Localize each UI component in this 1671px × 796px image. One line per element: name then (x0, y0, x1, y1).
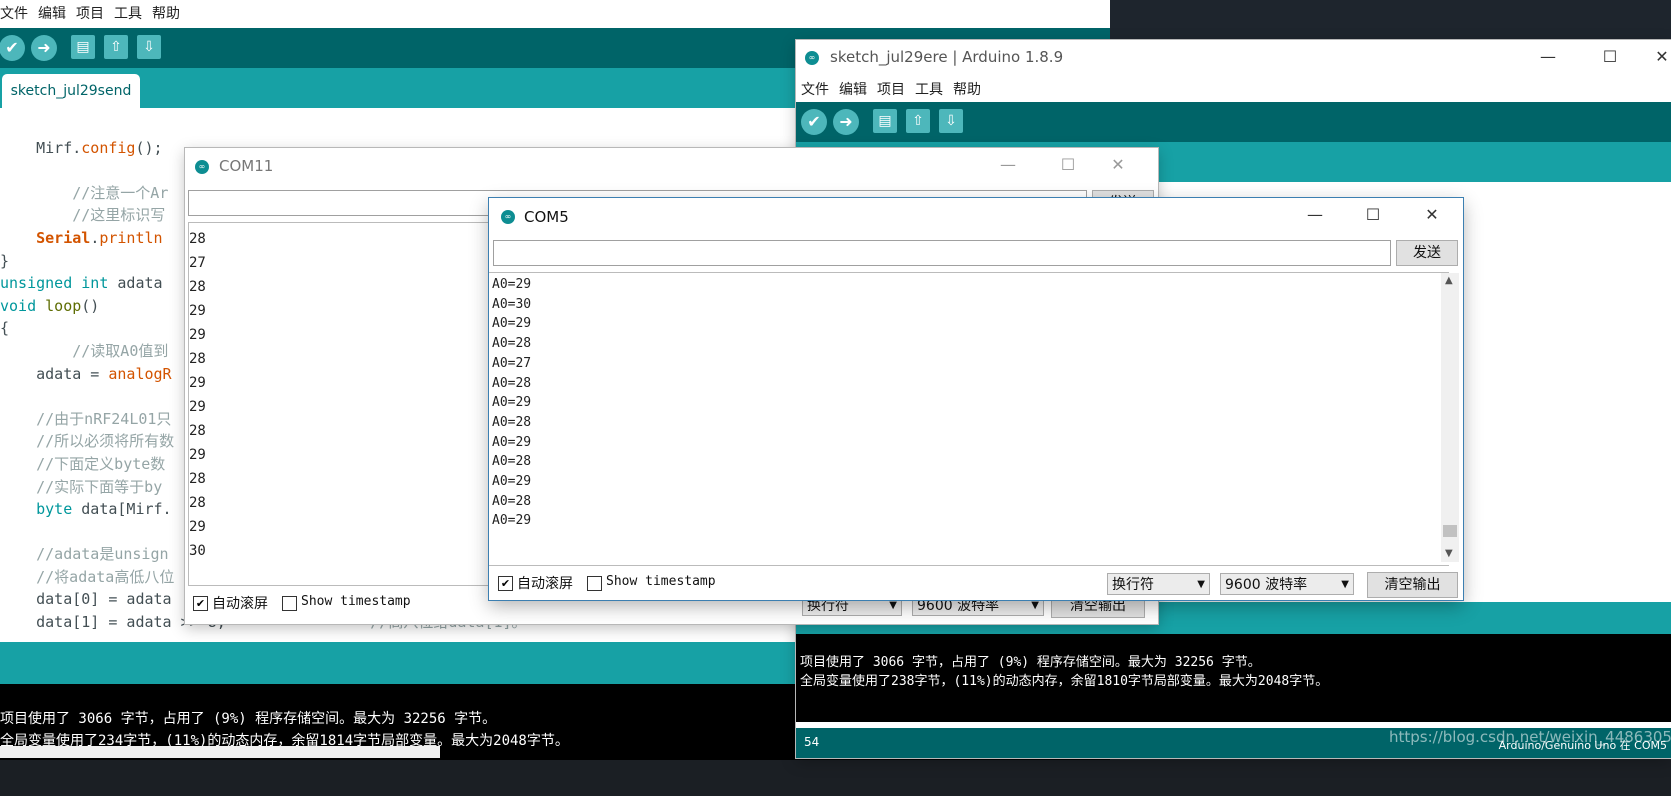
upload-icon[interactable]: ➜ (31, 35, 57, 61)
desktop-background (1110, 0, 1671, 40)
save-icon[interactable]: ⇩ (939, 109, 963, 133)
com5-timestamp-label: Show timestamp (606, 574, 716, 589)
right-menubar: 文件 编辑 项目 工具 帮助 (796, 76, 1671, 100)
com5-clear-button[interactable]: 清空输出 (1367, 572, 1458, 598)
com5-output: A0=29 A0=30 A0=29 A0=28 A0=27 A0=28 A0=2… (489, 272, 1449, 566)
open-icon[interactable]: ⇧ (104, 35, 128, 59)
serial-line: A0=30 (492, 296, 532, 312)
chevron-down-icon: ▼ (1197, 579, 1205, 590)
scroll-thumb[interactable] (1443, 525, 1457, 537)
tab-sketch-jul29send[interactable]: sketch_jul29send (2, 74, 140, 108)
com5-line-ending-select[interactable]: 换行符 ▼ (1107, 573, 1210, 595)
serial-line: A0=29 (492, 316, 532, 332)
menu-edit[interactable]: 编辑 (834, 76, 872, 99)
menu-sketch[interactable]: 项目 (71, 0, 109, 23)
close-icon[interactable]: ✕ (1409, 198, 1455, 234)
serial-line: A0=29 (492, 474, 532, 490)
menu-tools[interactable]: 工具 (910, 76, 948, 99)
serial-line: A0=28 (492, 375, 532, 391)
com5-window: ∞ COM5 — ☐ ✕ 发送 A0=29 A0=30 A0=29 A0=28 … (489, 198, 1463, 600)
right-ide-titlebar: ∞ sketch_jul29ere | Arduino 1.8.9 — ☐ ✕ (796, 40, 1671, 76)
minimize-icon[interactable]: — (1292, 198, 1338, 234)
com11-autoscroll-checkbox[interactable]: ✔ (193, 596, 208, 611)
minimize-icon[interactable]: — (985, 148, 1031, 184)
com5-scrollbar[interactable]: ▲ ▼ (1441, 273, 1459, 562)
menu-tools[interactable]: 工具 (109, 0, 147, 23)
serial-line: A0=29 (492, 395, 532, 411)
new-icon[interactable]: ▤ (873, 109, 897, 133)
com11-timestamp-checkbox[interactable] (282, 596, 297, 611)
line-number: 54 (804, 735, 820, 749)
right-toolbar: ✔ ➜ ▤ ⇧ ⇩ (796, 102, 1671, 142)
com11-titlebar: ∞ COM11 — ☐ ✕ (185, 148, 1158, 186)
menu-file[interactable]: 文件 (796, 76, 834, 99)
maximize-icon[interactable]: ☐ (1045, 148, 1091, 184)
arduino-logo-icon: ∞ (195, 160, 209, 174)
new-icon[interactable]: ▤ (71, 35, 95, 59)
menu-edit[interactable]: 编辑 (33, 0, 71, 23)
left-menubar: 文件 编辑 项目 工具 帮助 (0, 0, 1110, 24)
verify-icon[interactable]: ✔ (801, 109, 827, 135)
right-console: 项目使用了 3066 字节，占用了 (9%) 程序存储空间。最大为 32256 … (796, 634, 1671, 722)
com11-timestamp-label: Show timestamp (301, 594, 411, 609)
menu-file[interactable]: 文件 (0, 0, 33, 23)
menu-help[interactable]: 帮助 (147, 0, 185, 23)
serial-line: A0=28 (492, 336, 532, 352)
menu-sketch[interactable]: 项目 (872, 76, 910, 99)
close-icon[interactable]: ✕ (1095, 148, 1141, 184)
close-icon[interactable]: ✕ (1639, 40, 1671, 76)
maximize-icon[interactable]: ☐ (1350, 198, 1396, 234)
arduino-logo-icon: ∞ (805, 51, 819, 65)
watermark: https://blog.csdn.net/weixin_44863057 (1389, 728, 1671, 746)
upload-icon[interactable]: ➜ (833, 109, 859, 135)
com5-autoscroll-label: 自动滚屏 (517, 576, 573, 592)
arduino-logo-icon: ∞ (501, 210, 515, 224)
scroll-down-icon[interactable]: ▼ (1445, 548, 1453, 559)
console-line: 全局变量使用了238字节，(11%)的动态内存，余留1810字节局部变量。最大为… (800, 674, 1329, 689)
maximize-icon[interactable]: ☐ (1587, 40, 1633, 76)
serial-line: A0=29 (492, 434, 532, 450)
serial-line: A0=29 (492, 277, 532, 292)
serial-line: A0=28 (492, 454, 532, 470)
com5-title: COM5 (524, 208, 569, 226)
serial-line: A0=29 (492, 513, 532, 529)
serial-line: A0=27 (492, 355, 532, 371)
open-icon[interactable]: ⇧ (906, 109, 930, 133)
left-taskbar-strip (0, 746, 440, 758)
chevron-down-icon: ▼ (1341, 579, 1349, 590)
com11-autoscroll-label: 自动滚屏 (212, 596, 268, 612)
right-ide-title: sketch_jul29ere | Arduino 1.8.9 (830, 48, 1064, 66)
com5-timestamp-checkbox[interactable] (587, 576, 602, 591)
menu-help[interactable]: 帮助 (948, 76, 986, 99)
serial-line: A0=28 (492, 414, 532, 430)
com5-autoscroll-checkbox[interactable]: ✔ (498, 576, 513, 591)
com5-baud-select[interactable]: 9600 波特率 ▼ (1220, 573, 1354, 595)
com5-send-button[interactable]: 发送 (1396, 240, 1458, 266)
serial-line: A0=28 (492, 493, 532, 509)
console-line: 项目使用了 3066 字节，占用了 (9%) 程序存储空间。最大为 32256 … (800, 655, 1261, 670)
save-icon[interactable]: ⇩ (137, 35, 161, 59)
com5-send-input[interactable] (493, 240, 1391, 266)
scroll-up-icon[interactable]: ▲ (1445, 275, 1453, 286)
com11-title: COM11 (219, 157, 274, 175)
com5-titlebar: ∞ COM5 — ☐ ✕ (489, 198, 1463, 236)
minimize-icon[interactable]: — (1525, 40, 1571, 76)
verify-icon[interactable]: ✔ (0, 35, 25, 61)
